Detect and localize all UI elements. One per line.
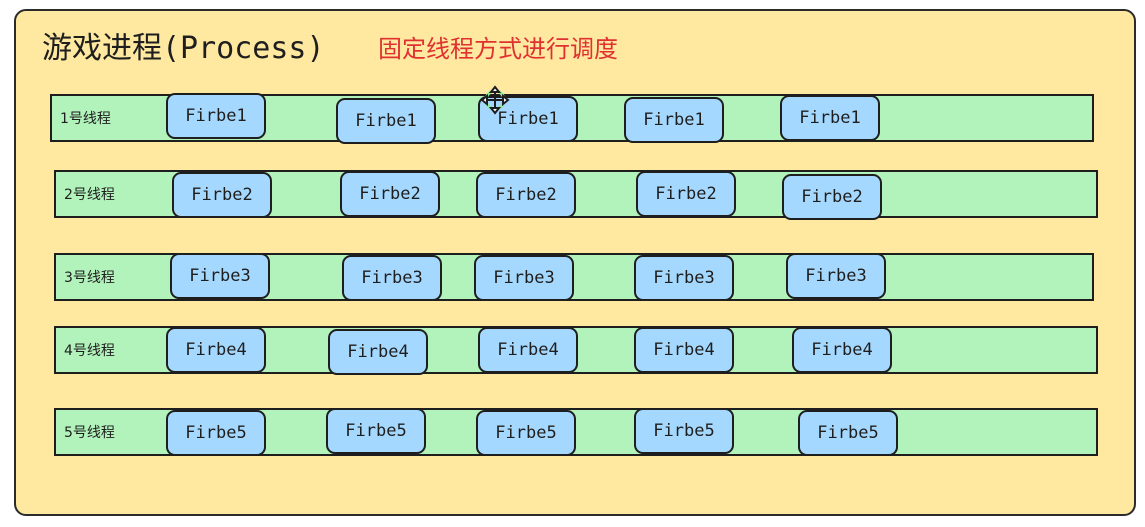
- fiber-box[interactable]: Firbe4: [792, 327, 892, 373]
- fiber-box[interactable]: Firbe2: [782, 174, 882, 220]
- fiber-box[interactable]: Firbe4: [166, 327, 266, 373]
- fiber-box[interactable]: Firbe4: [634, 327, 734, 373]
- fiber-box[interactable]: Firbe1: [624, 97, 724, 143]
- fiber-box[interactable]: Firbe2: [476, 172, 576, 218]
- fiber-box[interactable]: Firbe1: [336, 98, 436, 144]
- fiber-box[interactable]: Firbe5: [798, 410, 898, 456]
- fiber-box[interactable]: Firbe3: [786, 253, 886, 299]
- fiber-box[interactable]: Firbe4: [328, 329, 428, 375]
- fiber-box[interactable]: Firbe5: [476, 410, 576, 456]
- thread-label: 4号线程: [64, 343, 115, 359]
- fiber-box[interactable]: Firbe3: [342, 255, 442, 301]
- move-cursor-icon: [480, 85, 510, 115]
- fiber-box[interactable]: Firbe1: [166, 93, 266, 139]
- fiber-box[interactable]: Firbe5: [166, 410, 266, 456]
- thread-label: 3号线程: [64, 270, 115, 286]
- fiber-box[interactable]: Firbe3: [474, 255, 574, 301]
- fiber-box[interactable]: Firbe5: [326, 408, 426, 454]
- fiber-box[interactable]: Firbe3: [170, 253, 270, 299]
- process-subtitle: 固定线程方式进行调度: [378, 35, 618, 63]
- process-title: 游戏进程(Process): [42, 31, 325, 66]
- fiber-box[interactable]: Firbe4: [478, 327, 578, 373]
- thread-label: 5号线程: [64, 425, 115, 441]
- fiber-box[interactable]: Firbe2: [636, 171, 736, 217]
- fiber-box[interactable]: Firbe2: [340, 171, 440, 217]
- fiber-box[interactable]: Firbe1: [780, 95, 880, 141]
- fiber-box[interactable]: Firbe3: [634, 255, 734, 301]
- thread-label: 2号线程: [64, 187, 115, 203]
- fiber-box[interactable]: Firbe5: [634, 408, 734, 454]
- fiber-box[interactable]: Firbe2: [172, 172, 272, 218]
- thread-label: 1号线程: [60, 111, 111, 127]
